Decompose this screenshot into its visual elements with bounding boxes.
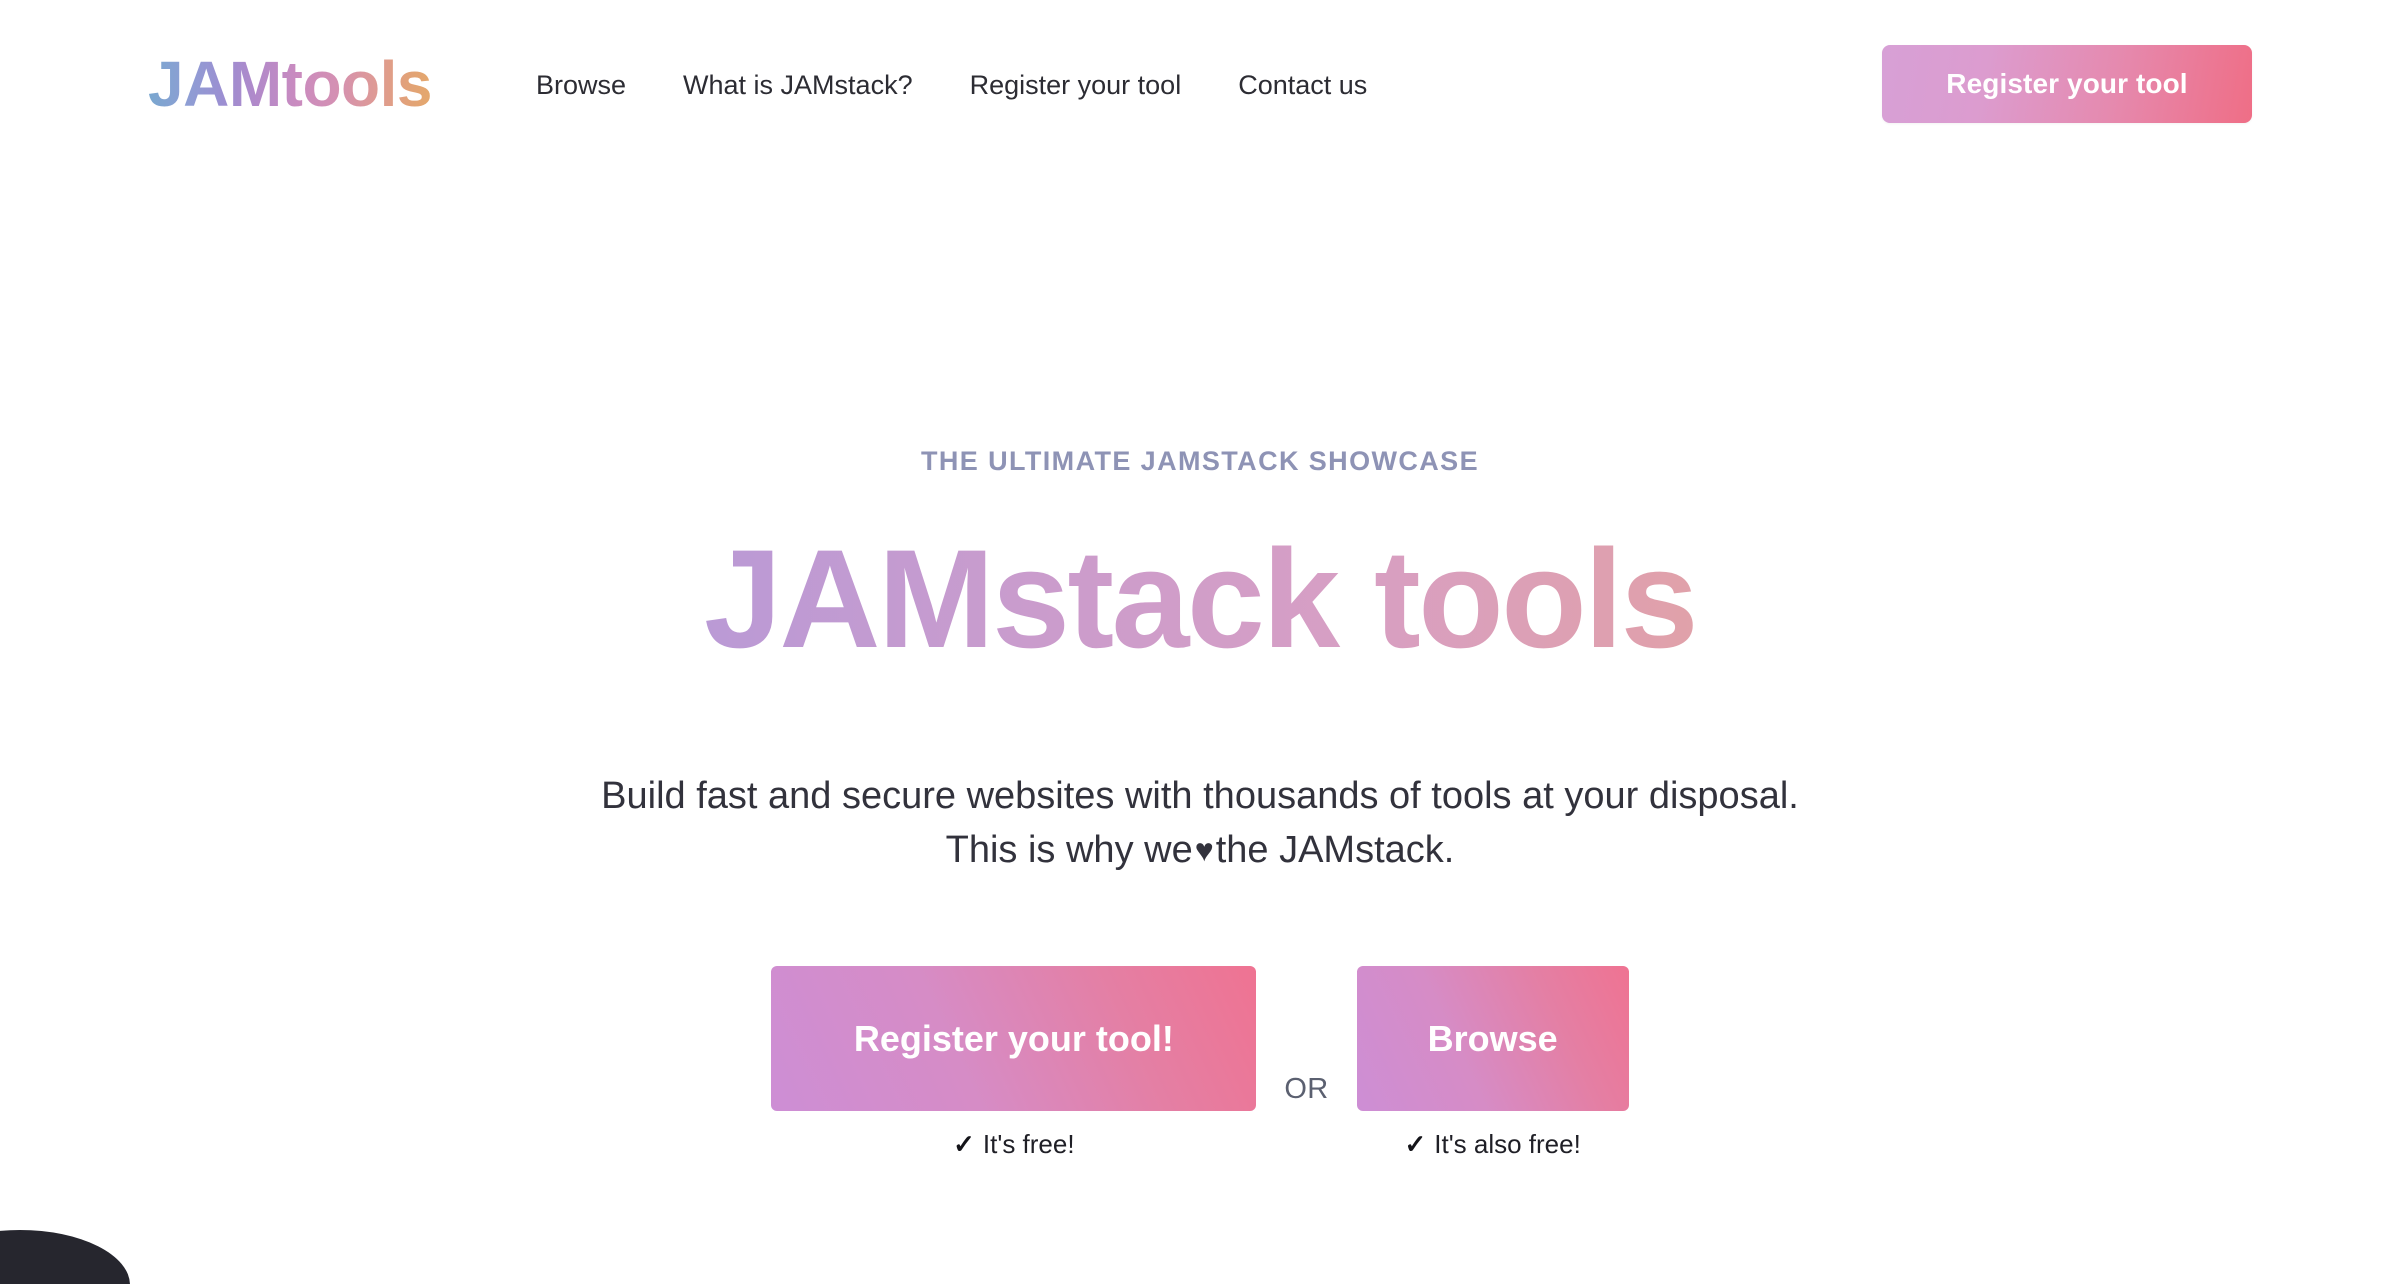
bottom-decorative-curve — [0, 1230, 130, 1284]
nav-item-register-your-tool[interactable]: Register your tool — [970, 71, 1182, 99]
nav-item-browse[interactable]: Browse — [536, 71, 626, 99]
cta-row: Register your tool! ✓ It's free! OR Brow… — [0, 966, 2400, 1157]
cta-primary-note-label: It's free! — [982, 1129, 1075, 1160]
main-nav: Browse What is JAMstack? Register your t… — [536, 71, 1367, 99]
hero-eyebrow: THE ULTIMATE JAMSTACK SHOWCASE — [921, 446, 1479, 476]
check-icon: ✓ — [953, 1129, 975, 1160]
cta-secondary-note: ✓ It's also free! — [1404, 1131, 1580, 1157]
cta-secondary-note-label: It's also free! — [1434, 1129, 1581, 1160]
hero-title: JAMstack tools — [0, 523, 2400, 674]
cta-divider-or: OR — [1284, 1073, 1329, 1106]
cta-primary-group: Register your tool! ✓ It's free! — [771, 966, 1257, 1157]
register-your-tool-button[interactable]: Register your tool! — [771, 966, 1257, 1112]
header-register-button[interactable]: Register your tool — [1882, 45, 2252, 123]
check-icon: ✓ — [1404, 1129, 1427, 1160]
site-header: JAMtools Browse What is JAMstack? Regist… — [0, 0, 2400, 168]
browse-button[interactable]: Browse — [1356, 966, 1629, 1112]
cta-secondary-group: Browse ✓ It's also free! — [1356, 966, 1629, 1157]
brand-logo[interactable]: JAMtools — [148, 52, 433, 116]
page-root: JAMtools Browse What is JAMstack? Regist… — [0, 0, 2400, 1284]
hero-subtitle: Build fast and secure websites with thou… — [585, 770, 1815, 878]
nav-item-what-is-jamstack[interactable]: What is JAMstack? — [683, 71, 913, 99]
heart-icon: ♥ — [1194, 832, 1214, 869]
hero-section: THE ULTIMATE JAMSTACK SHOWCASE JAMstack … — [0, 168, 2400, 1158]
cta-primary-note: ✓ It's free! — [953, 1131, 1074, 1157]
nav-item-contact-us[interactable]: Contact us — [1238, 71, 1367, 99]
hero-subtitle-text-after: the JAMstack. — [1215, 829, 1455, 872]
